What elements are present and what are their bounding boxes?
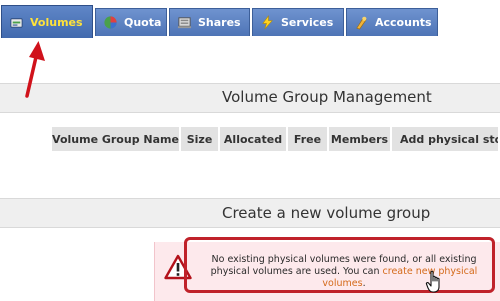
column-header-add-physical-storage: Add physical sto bbox=[392, 127, 500, 151]
quota-pie-icon bbox=[104, 16, 117, 29]
create-vg-title: Create a new volume group bbox=[222, 204, 431, 222]
hand-pointer-icon bbox=[425, 270, 440, 293]
column-header-size: Size bbox=[181, 127, 220, 151]
tab-services[interactable]: Services bbox=[252, 8, 344, 36]
tab-volumes[interactable]: Volumes bbox=[1, 5, 93, 38]
tab-shares[interactable]: Shares bbox=[169, 8, 250, 36]
tab-shares-label: Shares bbox=[198, 16, 241, 29]
tab-quota-label: Quota bbox=[124, 16, 162, 29]
shares-icon bbox=[177, 17, 192, 29]
tab-quota[interactable]: Quota bbox=[95, 8, 167, 36]
column-header-vg-name: Volume Group Name bbox=[52, 127, 181, 151]
tab-accounts-label: Accounts bbox=[375, 16, 432, 29]
column-header-allocated: Allocated bbox=[220, 127, 288, 151]
column-header-members: Members bbox=[329, 127, 392, 151]
column-header-free: Free bbox=[288, 127, 329, 151]
tab-services-label: Services bbox=[281, 16, 334, 29]
main-tab-bar: Volumes Quota Shares Services Accounts bbox=[0, 0, 500, 38]
volumes-icon bbox=[10, 17, 23, 28]
highlight-annotation-frame bbox=[184, 237, 495, 293]
tab-accounts[interactable]: Accounts bbox=[346, 8, 438, 36]
tab-volumes-label: Volumes bbox=[30, 15, 83, 29]
vg-table-header: Volume Group Name Size Allocated Free Me… bbox=[52, 127, 500, 151]
services-bolt-icon bbox=[262, 15, 273, 30]
accounts-icon bbox=[356, 16, 367, 30]
vg-management-title: Volume Group Management bbox=[222, 88, 432, 106]
